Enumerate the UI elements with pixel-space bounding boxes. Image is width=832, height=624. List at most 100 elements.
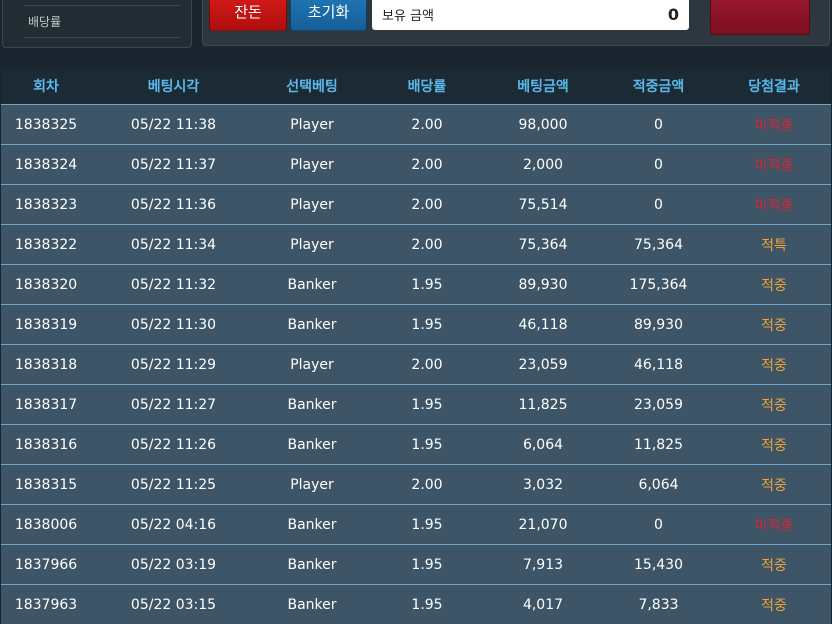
bet-submit-button[interactable] (710, 0, 810, 35)
header-odds: 배당률 (407, 79, 447, 95)
table-row: 1838324 05/22 11:37 Player 2.00 2,000 0 미적중 (1, 145, 831, 185)
pick-cell: Player (290, 356, 334, 373)
header-pick: 선택베팅 (286, 79, 338, 95)
time-cell: 05/22 11:34 (130, 236, 217, 253)
pick-cell: Banker (287, 396, 337, 413)
time-cell: 05/22 11:25 (130, 476, 217, 493)
table-row: 1838319 05/22 11:30 Banker 1.95 46,118 89,930… (1, 305, 831, 345)
bet-amount-cell: 21,070 (518, 516, 568, 533)
time-cell: 05/22 11:37 (130, 156, 217, 173)
time-cell: 05/22 03:15 (130, 596, 217, 613)
odds-cell: 1.95 (411, 436, 443, 453)
table-row: 1838325 05/22 11:38 Player 2.00 98,000 0 미적중 (1, 105, 831, 145)
table-row: 1838318 05/22 11:29 Player 2.00 23,059 46,118… (1, 345, 831, 385)
round-cell: 1838006 (14, 516, 78, 533)
table-row: 1838323 05/22 11:36 Player 2.00 75,514 0 미적중 (1, 185, 831, 225)
result-cell: 적특 (761, 237, 787, 254)
pick-cell: Player (290, 156, 334, 173)
header-bet-amount: 베팅금액 (517, 79, 569, 95)
win-amount-cell: 7,833 (638, 596, 679, 613)
round-cell: 1838317 (14, 396, 78, 413)
bet-amount-cell: 75,514 (518, 196, 568, 213)
time-cell: 05/22 03:19 (130, 556, 217, 573)
win-amount-cell: 0 (654, 196, 663, 213)
win-amount-cell: 175,364 (629, 276, 688, 293)
change-button[interactable]: 잔돈 (209, 0, 287, 31)
bet-amount-cell: 75,364 (518, 236, 568, 253)
odds-cell: 2.00 (411, 196, 443, 213)
round-cell: 1838318 (14, 356, 78, 373)
pick-cell: Banker (287, 556, 337, 573)
pick-cell: Player (290, 196, 334, 213)
result-cell: 적중 (761, 317, 787, 334)
result-cell: 미적중 (754, 197, 794, 214)
pick-cell: Player (290, 476, 334, 493)
reset-button[interactable]: 초기화 (290, 0, 367, 31)
result-cell: 적중 (761, 277, 787, 294)
header-win-amount: 적중금액 (632, 79, 685, 95)
bet-amount-cell: 98,000 (518, 116, 568, 133)
bet-history-table: 회차 베팅시각 선택베팅 배당률 베팅금액 적중금액 당첨결과 1838325 0… (1, 68, 831, 624)
table-row: 1838315 05/22 11:25 Player 2.00 3,032 6,064 적중 (1, 465, 831, 505)
round-cell: 1838320 (14, 276, 78, 293)
pick-cell: Banker (287, 316, 337, 333)
odds-cell: 1.95 (411, 396, 443, 413)
table-row: 1838322 05/22 11:34 Player 2.00 75,364 75,364… (1, 225, 831, 265)
pick-cell: Banker (287, 516, 337, 533)
odds-sidebar-panel: 배당률 (2, 0, 192, 48)
pick-cell: Player (290, 236, 334, 253)
bet-amount-cell: 11,825 (518, 396, 568, 413)
odds-cell: 2.00 (411, 476, 443, 493)
table-row: 1838320 05/22 11:32 Banker 1.95 89,930 175,36… (1, 265, 831, 305)
odds-cell: 2.00 (411, 236, 443, 253)
table-row: 1838006 05/22 04:16 Banker 1.95 21,070 0 미적중 (1, 505, 831, 545)
bet-amount-cell: 23,059 (518, 356, 568, 373)
round-cell: 1838316 (14, 436, 78, 453)
result-cell: 적중 (761, 437, 787, 454)
time-cell: 05/22 11:36 (130, 196, 217, 213)
table-row: 1837966 05/22 03:19 Banker 1.95 7,913 15,430 적… (1, 545, 831, 585)
round-cell: 1838319 (14, 316, 78, 333)
result-cell: 미적중 (754, 157, 794, 174)
odds-cell: 1.95 (411, 556, 443, 573)
round-cell: 1838323 (14, 196, 78, 213)
win-amount-cell: 15,430 (634, 556, 683, 573)
result-cell: 적중 (761, 597, 787, 614)
pick-cell: Banker (287, 436, 337, 453)
balance-label: 보유 금액 (382, 9, 434, 24)
header-result: 당첨결과 (748, 79, 800, 95)
time-cell: 05/22 11:38 (130, 116, 217, 133)
divider (23, 37, 181, 38)
odds-cell: 2.00 (411, 356, 443, 373)
win-amount-cell: 75,364 (634, 236, 683, 253)
balance-field[interactable]: 보유 금액 0 (372, 0, 689, 30)
round-cell: 1838325 (14, 116, 78, 133)
win-amount-cell: 0 (654, 116, 663, 133)
table-header: 회차 베팅시각 선택베팅 배당률 베팅금액 적중금액 당첨결과 (1, 68, 831, 105)
win-amount-cell: 0 (654, 156, 663, 173)
odds-cell: 1.95 (411, 596, 443, 613)
odds-cell: 1.95 (411, 316, 443, 333)
bet-control-area: 배당률 잔돈 초기화 보유 금액 0 (0, 0, 832, 66)
odds-cell: 2.00 (411, 116, 443, 133)
round-cell: 1837963 (14, 596, 78, 613)
time-cell: 05/22 04:16 (130, 516, 217, 533)
odds-label: 배당률 (28, 15, 62, 29)
time-cell: 05/22 11:32 (130, 276, 217, 293)
time-cell: 05/22 11:27 (130, 396, 217, 413)
win-amount-cell: 23,059 (634, 396, 683, 413)
balance-value: 0 (667, 5, 679, 24)
win-amount-cell: 6,064 (638, 476, 679, 493)
result-cell: 미적중 (754, 117, 794, 134)
odds-cell: 1.95 (411, 516, 443, 533)
table-row: 1838317 05/22 11:27 Banker 1.95 11,825 23,059… (1, 385, 831, 425)
table-row: 1837963 05/22 03:15 Banker 1.95 4,017 7,833 적중 (1, 585, 831, 624)
result-cell: 적중 (761, 557, 787, 574)
result-cell: 적중 (761, 477, 787, 494)
pick-cell: Banker (287, 276, 337, 293)
odds-cell: 1.95 (411, 276, 443, 293)
table-body: 1838325 05/22 11:38 Player 2.00 98,000 0 미적중 18… (1, 105, 831, 624)
time-cell: 05/22 11:26 (130, 436, 217, 453)
win-amount-cell: 89,930 (634, 316, 683, 333)
odds-cell: 2.00 (411, 156, 443, 173)
